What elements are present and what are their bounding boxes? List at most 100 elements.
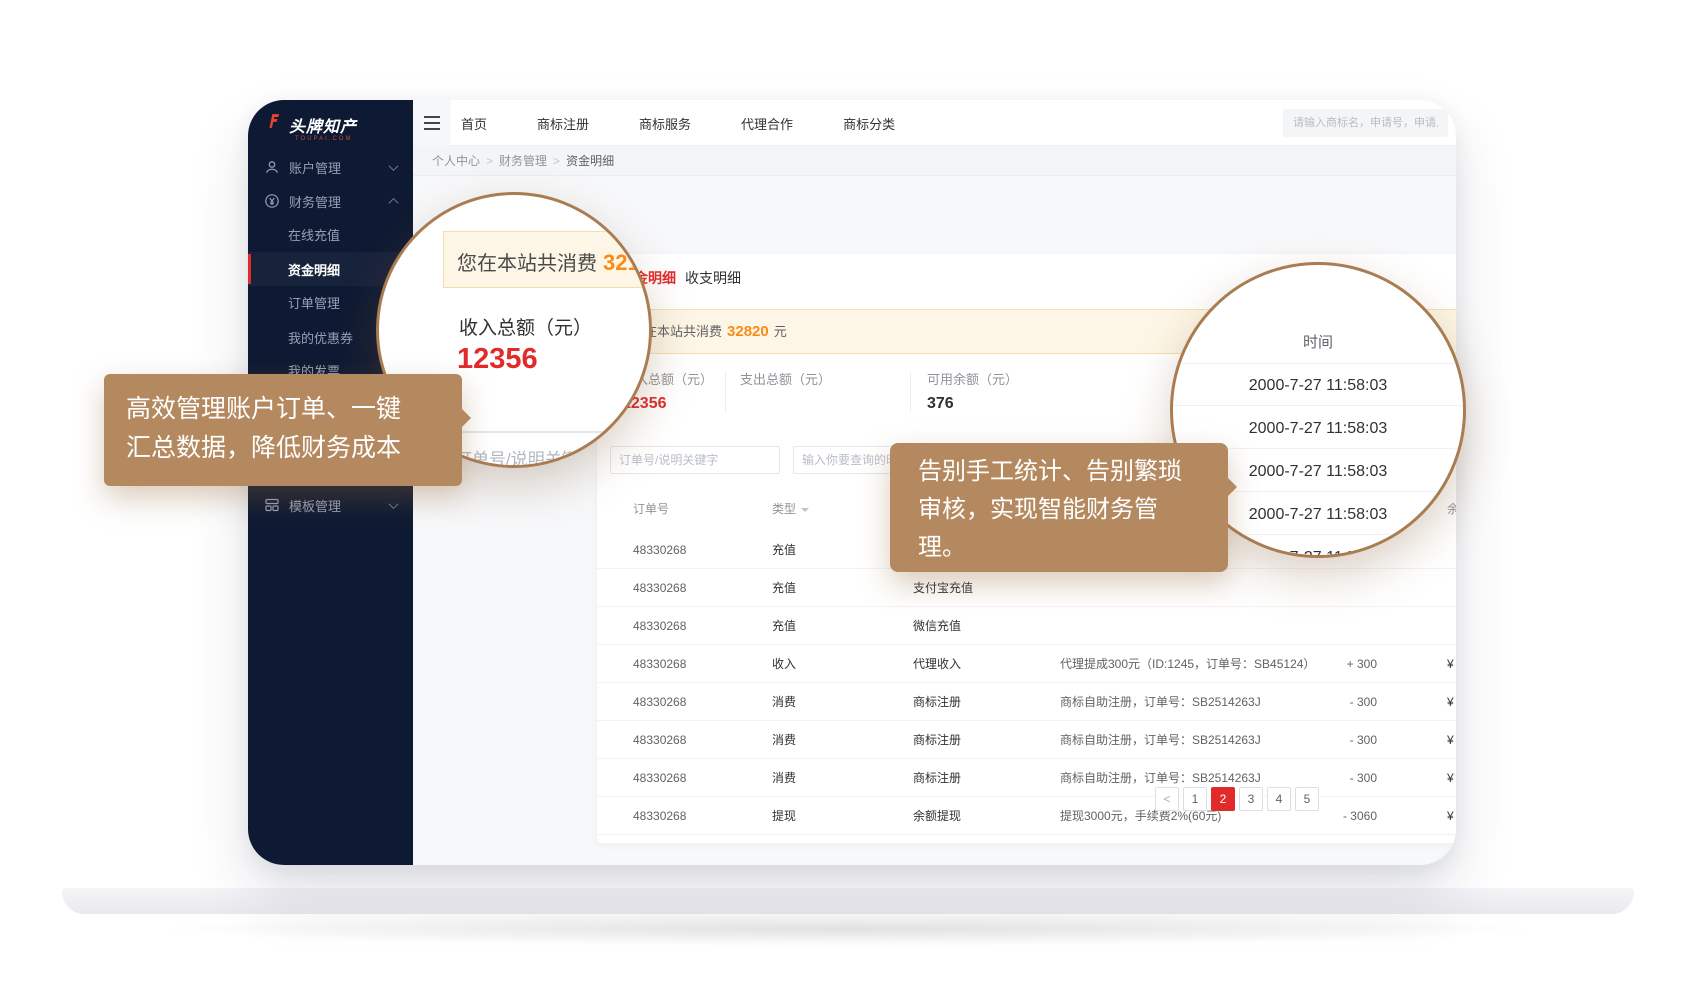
sidebar-item-label: 订单管理 bbox=[288, 293, 340, 312]
stat-balance-value: 376 bbox=[927, 395, 1018, 413]
callout-line: 告别手工统计、告别繁琐 bbox=[918, 453, 1228, 491]
magnified-banner-amount: 32124 bbox=[603, 250, 652, 275]
cell-amount: - 300 bbox=[1297, 683, 1377, 721]
tab-income-expense-detail[interactable]: 收支明细 bbox=[685, 268, 741, 288]
stat-balance-label: 可用余额（元） bbox=[927, 369, 1018, 388]
chevron-up-icon bbox=[389, 197, 399, 207]
user-icon bbox=[264, 159, 280, 175]
finance-icon bbox=[264, 193, 280, 209]
laptop-shadow bbox=[150, 912, 1550, 946]
breadcrumb-separator: > bbox=[553, 154, 560, 168]
row-divider bbox=[1173, 405, 1463, 406]
cell-order: 48330268 bbox=[633, 645, 686, 683]
cell-project: 支付宝充值 bbox=[913, 569, 973, 607]
cell-type: 充值 bbox=[772, 531, 796, 569]
brand-logo: 头牌知产 bbox=[266, 113, 357, 137]
pagination-prev-button[interactable]: < bbox=[1155, 787, 1179, 811]
chevron-down-icon bbox=[389, 161, 399, 171]
magnified-income-label: 收入总额（元） bbox=[459, 313, 592, 340]
stat-divider bbox=[910, 372, 911, 412]
sidebar-item-label: 财务管理 bbox=[289, 192, 341, 211]
cell-project: 商标注册 bbox=[913, 683, 961, 721]
stat-expense-label: 支出总额（元） bbox=[740, 369, 831, 388]
template-icon bbox=[264, 497, 280, 513]
magnified-time-header: 时间 bbox=[1173, 331, 1463, 352]
trademark-search-box bbox=[1283, 109, 1448, 137]
nav-tab-services[interactable]: 商标服务 bbox=[639, 114, 691, 133]
callout-line: 审核，实现智能财务管 bbox=[918, 491, 1228, 529]
nav-tab-category[interactable]: 商标分类 bbox=[843, 114, 895, 133]
row-divider bbox=[1173, 363, 1463, 364]
breadcrumb-part[interactable]: 财务管理 bbox=[499, 154, 547, 168]
magnified-banner-text: 您在本站共消费32124 bbox=[457, 247, 652, 276]
breadcrumb-part[interactable]: 个人中心 bbox=[432, 154, 480, 168]
cell-project: 微信充值 bbox=[913, 607, 961, 645]
pagination-page-2[interactable]: 2 bbox=[1211, 787, 1235, 811]
table-row: 48330268 提现 余额提现 提现3000元，手续费2%(60元) - 30… bbox=[597, 797, 1456, 835]
cell-type: 消费 bbox=[772, 721, 796, 759]
sidebar-item-online-recharge[interactable]: 在线充值 bbox=[248, 217, 413, 251]
callout-left: 高效管理账户订单、一键 汇总数据，降低财务成本 bbox=[104, 374, 462, 486]
banner-suffix: 元 bbox=[774, 324, 787, 339]
breadcrumb-separator: > bbox=[486, 154, 493, 168]
cell-amount: + 300 bbox=[1297, 645, 1377, 683]
cell-balance: ¥ 12231 bbox=[1447, 683, 1456, 721]
header-type[interactable]: 类型 bbox=[772, 499, 809, 519]
cell-amount: - 300 bbox=[1297, 721, 1377, 759]
breadcrumb-current: 资金明细 bbox=[566, 154, 614, 168]
sidebar-item-label: 在线充值 bbox=[288, 225, 340, 244]
pagination-page-5[interactable]: 5 bbox=[1295, 787, 1319, 811]
cell-project: 代理收入 bbox=[913, 645, 961, 683]
sidebar-item-label: 资金明细 bbox=[288, 260, 340, 279]
cell-order: 48330268 bbox=[633, 569, 686, 607]
cell-desc: 商标自助注册，订单号：SB2514263J bbox=[1060, 721, 1261, 759]
table-row: 48330268 充值 微信充值 2000-7-27 11:58:03 bbox=[597, 607, 1456, 645]
magnified-keyword-placeholder: 订单号/说明关键字 bbox=[455, 445, 596, 468]
cell-type: 消费 bbox=[772, 683, 796, 721]
stat-divider bbox=[725, 372, 726, 412]
sidebar-item-templates[interactable]: 模板管理 bbox=[248, 488, 413, 522]
cell-desc: 代理提成300元（ID:1245，订单号：SB45124） bbox=[1060, 645, 1315, 683]
banner-amount: 32820 bbox=[727, 323, 769, 340]
cell-balance: ¥ 12231 bbox=[1447, 645, 1456, 683]
table-row: 48330268 收入 代理收入 代理提成300元（ID:1245，订单号：SB… bbox=[597, 645, 1456, 683]
cell-desc: 商标自助注册，订单号：SB2514263J bbox=[1060, 683, 1261, 721]
callout-right: 告别手工统计、告别繁琐 审核，实现智能财务管 理。 bbox=[890, 443, 1228, 572]
table-row: 48330268 消费 商标注册 商标自助注册，订单号：SB2514263J -… bbox=[597, 721, 1456, 759]
brand-name: 头牌知产 bbox=[289, 113, 357, 137]
cell-project: 商标注册 bbox=[913, 721, 961, 759]
nav-tabs: 首页 商标注册 商标服务 代理合作 商标分类 bbox=[461, 100, 895, 146]
nav-tab-home[interactable]: 首页 bbox=[461, 114, 487, 133]
table-row: 48330268 充值 支付宝充值 2000-7-27 11:58:03 bbox=[597, 569, 1456, 607]
brand-tagline: TOUPAI.COM bbox=[295, 136, 352, 142]
cell-balance: ¥ 12231 bbox=[1447, 759, 1456, 797]
hamburger-menu-icon[interactable] bbox=[413, 100, 451, 146]
sidebar-item-finance[interactable]: 财务管理 bbox=[248, 184, 413, 218]
pagination-page-3[interactable]: 3 bbox=[1239, 787, 1263, 811]
sidebar-item-account[interactable]: 账户管理 bbox=[248, 150, 413, 184]
trademark-search-input[interactable] bbox=[1283, 109, 1448, 137]
cell-order: 48330268 bbox=[633, 531, 686, 569]
table-row: 48330268 消费 商标注册 商标自助注册，订单号：SB2514263J -… bbox=[597, 683, 1456, 721]
stat-income-value: 12356 bbox=[622, 395, 713, 413]
cell-project: 商标注册 bbox=[913, 759, 961, 797]
cell-type: 收入 bbox=[772, 645, 796, 683]
stat-balance: 可用余额（元） 376 bbox=[927, 369, 1018, 413]
nav-tab-register[interactable]: 商标注册 bbox=[537, 114, 589, 133]
cell-order: 48330268 bbox=[633, 759, 686, 797]
sidebar-item-label: 我的优惠券 bbox=[288, 328, 353, 347]
cell-type: 充值 bbox=[772, 607, 796, 645]
pagination-page-1[interactable]: 1 bbox=[1183, 787, 1207, 811]
nav-tab-agency[interactable]: 代理合作 bbox=[741, 114, 793, 133]
callout-line: 高效管理账户订单、一键 bbox=[126, 390, 462, 429]
pagination-page-4[interactable]: 4 bbox=[1267, 787, 1291, 811]
magnified-income-value: 12356 bbox=[457, 343, 538, 376]
sidebar-item-label: 模板管理 bbox=[289, 496, 341, 515]
top-navbar: 首页 商标注册 商标服务 代理合作 商标分类 bbox=[413, 100, 1456, 146]
laptop-base bbox=[62, 888, 1634, 914]
magnified-time-value: 2000-7-27 11:58:03 bbox=[1173, 377, 1463, 395]
callout-line: 汇总数据，降低财务成本 bbox=[126, 429, 462, 468]
cell-order: 48330268 bbox=[633, 683, 686, 721]
cell-order: 48330268 bbox=[633, 797, 686, 835]
stat-expense: 支出总额（元） bbox=[740, 369, 831, 395]
